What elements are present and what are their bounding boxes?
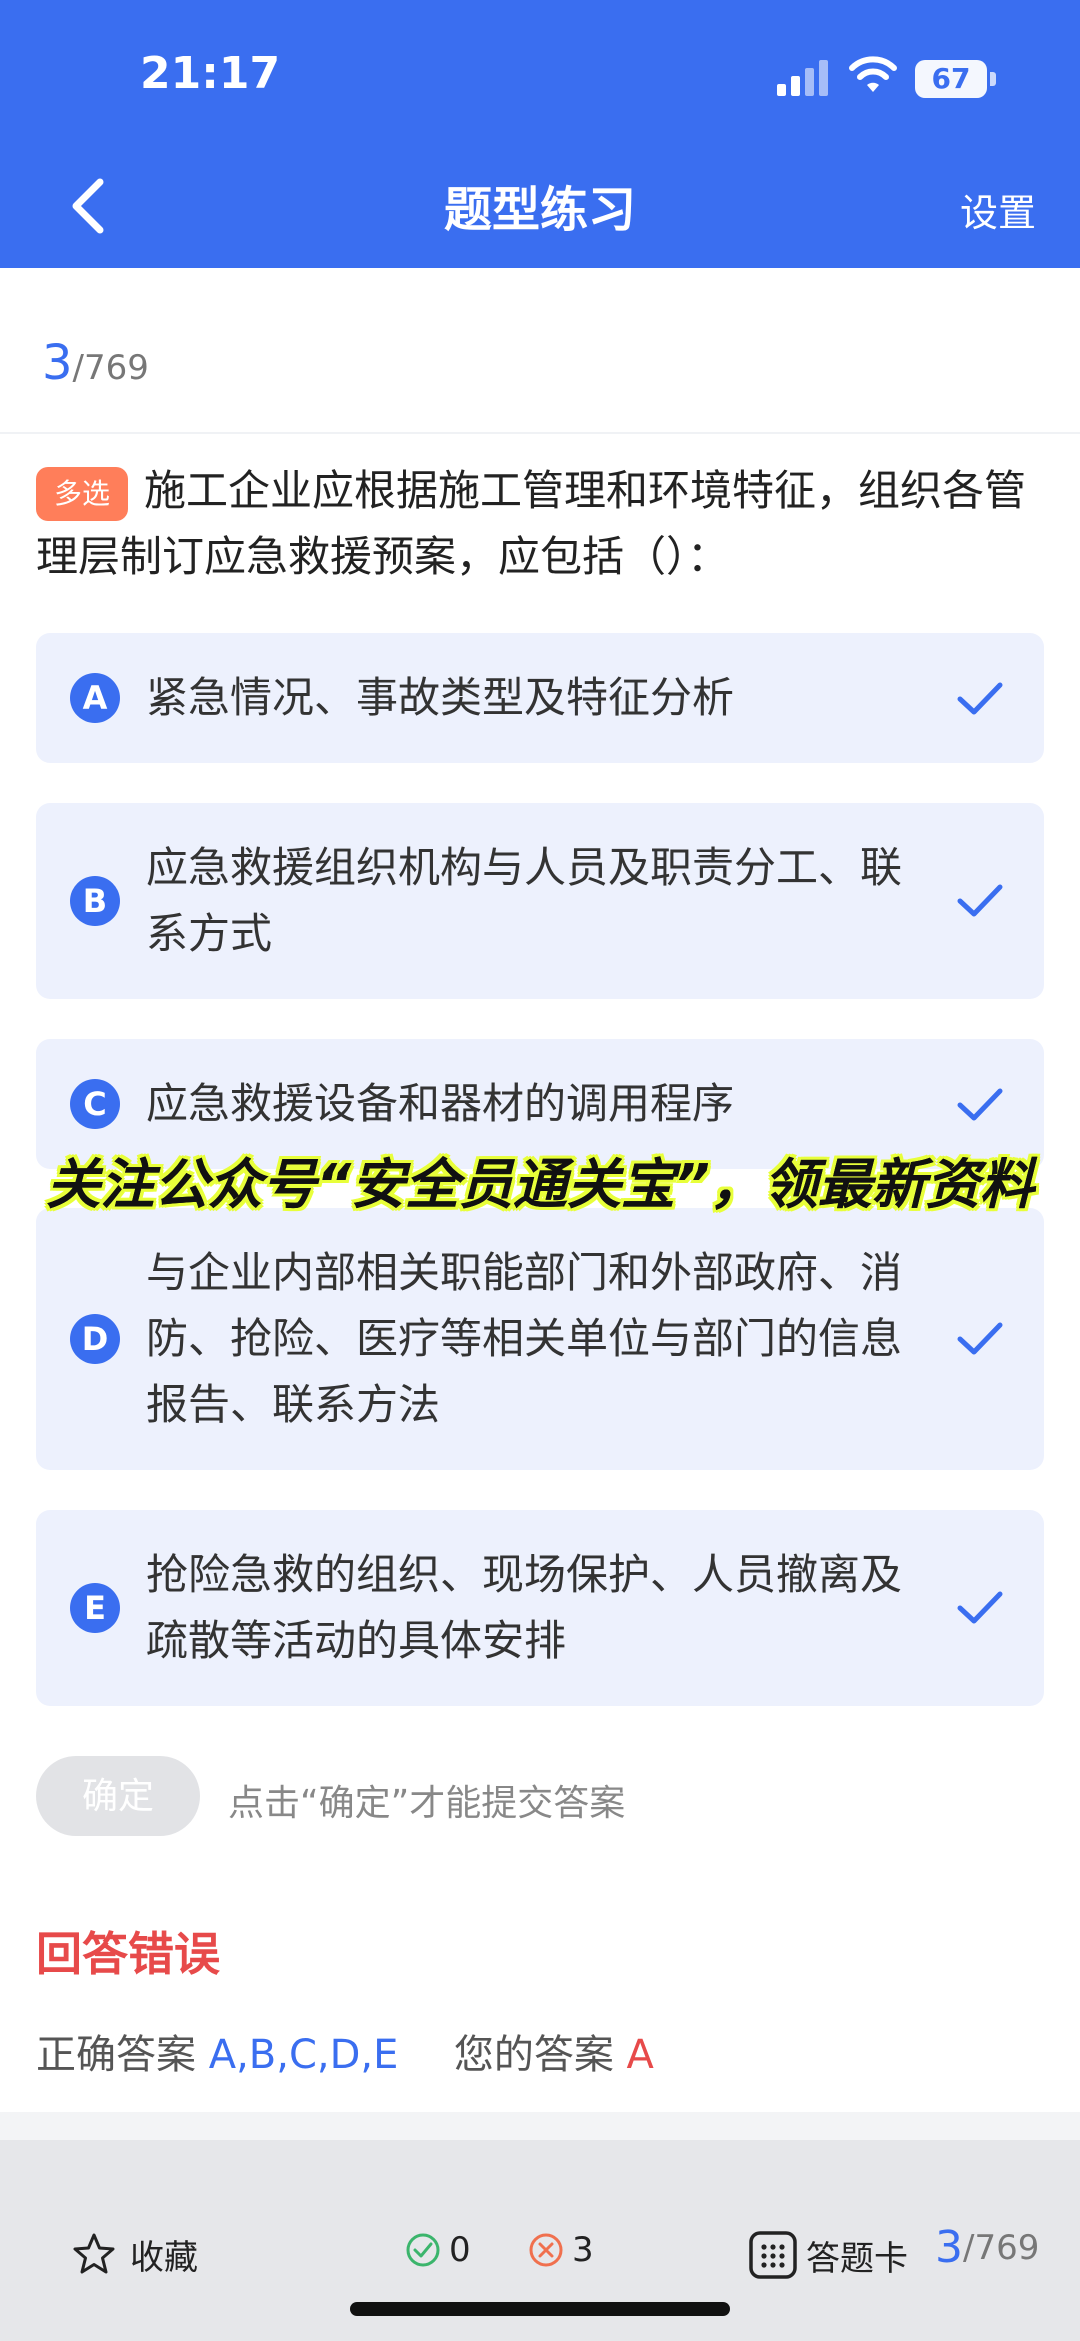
check-icon — [957, 1088, 1003, 1121]
your-answer-value: A — [626, 2032, 654, 2078]
favorite-label: 收藏 — [130, 2238, 198, 2278]
home-indicator — [350, 2302, 730, 2316]
correct-answer-label: 正确答案 — [36, 2032, 196, 2078]
option-letter: C — [70, 1079, 120, 1129]
check-icon — [957, 1591, 1003, 1624]
check-circle-icon — [406, 2233, 440, 2267]
option-d[interactable]: D 与企业内部相关职能部门和外部政府、消防、抢险、医疗等相关单位与部门的信息报告… — [36, 1208, 1044, 1470]
option-a[interactable]: A 紧急情况、事故类型及特征分析 — [36, 633, 1044, 763]
option-text: 应急救援设备和器材的调用程序 — [146, 1079, 735, 1128]
battery-tip — [990, 72, 996, 86]
question-type-badge: 多选 — [36, 466, 129, 521]
star-icon — [73, 2233, 115, 2273]
battery-percent: 67 — [931, 62, 971, 95]
option-text: 抢险急救的组织、现场保护、人员撤离及疏散等活动的具体安排 — [146, 1550, 903, 1665]
option-b[interactable]: B 应急救援组织机构与人员及职责分工、联系方式 — [36, 803, 1044, 999]
close-circle-icon — [529, 2233, 563, 2267]
option-text: 应急救援组织机构与人员及职责分工、联系方式 — [146, 843, 903, 958]
favorite-button[interactable]: 收藏 — [70, 2230, 198, 2279]
settings-button[interactable]: 设置 — [960, 182, 1036, 237]
option-text: 与企业内部相关职能部门和外部政府、消防、抢险、医疗等相关单位与部门的信息报告、联… — [146, 1248, 903, 1429]
result-title: 回答错误 — [36, 1927, 220, 1981]
option-letter: B — [70, 876, 120, 926]
correct-count: 0 — [405, 2230, 471, 2270]
answer-summary: 正确答案 A,B,C,D,E 您的答案 A — [36, 2022, 654, 2080]
option-letter: A — [70, 673, 120, 723]
grid-icon — [749, 2231, 797, 2279]
status-time: 21:17 — [140, 48, 281, 99]
option-e[interactable]: E 抢险急救的组织、现场保护、人员撤离及疏散等活动的具体安排 — [36, 1510, 1044, 1706]
total-questions: /769 — [72, 348, 149, 388]
answer-card-label: 答题卡 — [806, 2238, 908, 2279]
check-icon — [957, 682, 1003, 715]
bottom-progress: 3/769 — [935, 2222, 1039, 2273]
question-stem: 多选 施工企业应根据施工管理和环境特征，组织各管理层制订应急救援预案，应包括（）： — [36, 458, 1046, 590]
page-title: 题型练习 — [443, 182, 636, 238]
bottom-progress-current: 3 — [935, 2222, 963, 2273]
section-gap — [0, 2112, 1080, 2140]
cellular-signal-icon — [777, 60, 828, 96]
battery-indicator: 67 — [915, 60, 987, 98]
answer-card-button[interactable]: 答题卡 — [748, 2230, 908, 2280]
your-answer-label: 您的答案 — [453, 2032, 614, 2078]
wrong-count: 3 — [528, 2230, 594, 2270]
confirm-button[interactable]: 确定 — [36, 1756, 200, 1836]
option-text: 紧急情况、事故类型及特征分析 — [146, 673, 735, 722]
question-counter: 3/769 — [42, 335, 149, 391]
option-letter: E — [70, 1583, 120, 1633]
check-icon — [957, 884, 1003, 917]
wrong-count-value: 3 — [572, 2230, 594, 2270]
promo-overlay-text: 关注公众号“安全员通关宝”，领最新资料 — [46, 1153, 1034, 1216]
current-question-number: 3 — [42, 335, 73, 391]
app-header: 21:17 67 题型练习 设置 — [0, 0, 1080, 268]
divider — [0, 432, 1080, 434]
confirm-hint: 点击“确定”才能提交答案 — [228, 1783, 626, 1824]
bottom-progress-total: /769 — [963, 2227, 1040, 2268]
question-text: 施工企业应根据施工管理和环境特征，组织各管理层制订应急救援预案，应包括（）： — [36, 466, 1027, 581]
wifi-icon — [849, 56, 897, 92]
correct-answer-value: A,B,C,D,E — [208, 2032, 399, 2078]
check-icon — [957, 1322, 1003, 1355]
option-letter: D — [70, 1314, 120, 1364]
correct-count-value: 0 — [449, 2230, 471, 2270]
